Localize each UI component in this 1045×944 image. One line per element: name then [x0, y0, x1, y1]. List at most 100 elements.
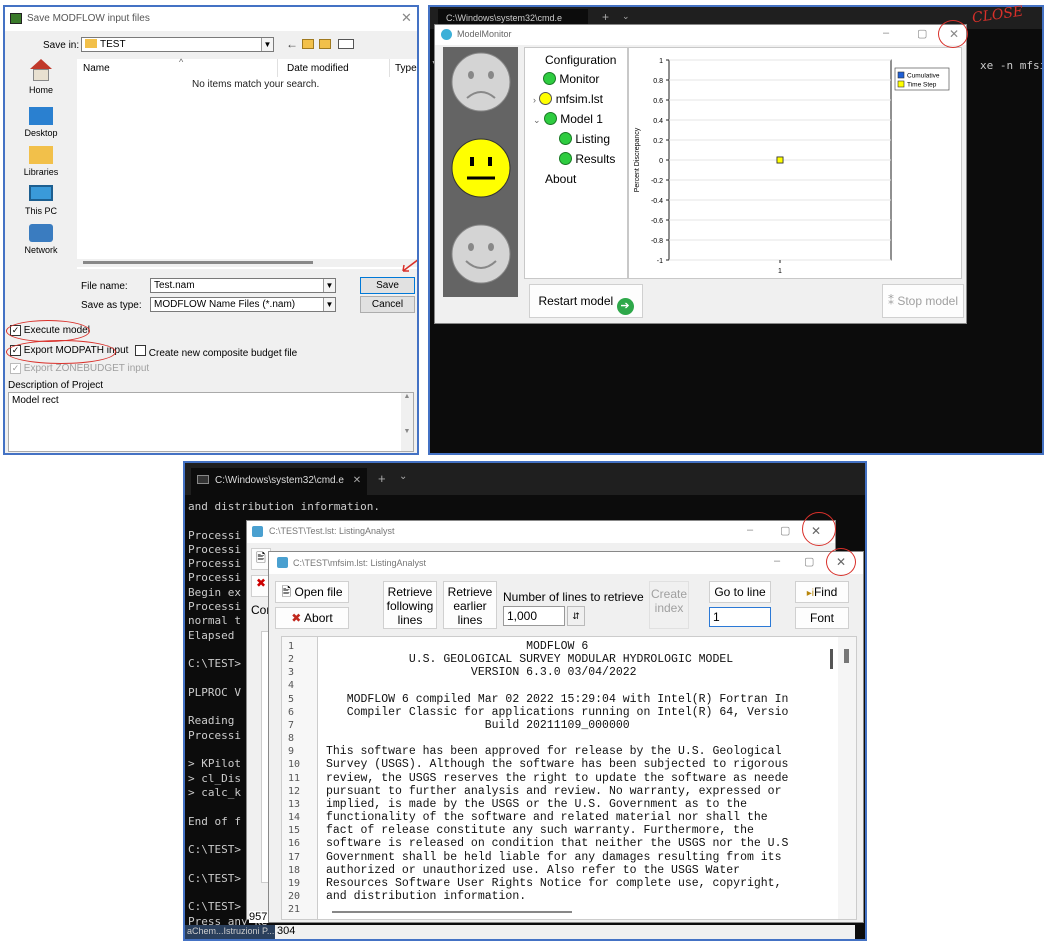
y-tick-label: -0.4 — [651, 198, 663, 205]
desktop-icon — [29, 107, 53, 125]
app-icon — [10, 13, 22, 24]
export-zonebudget-option: ✓ Export ZONEBUDGET input — [10, 363, 149, 374]
nav-network-label: Network — [24, 245, 58, 255]
save-button[interactable]: Save — [360, 277, 415, 294]
document-icon: 🖹 — [256, 551, 266, 565]
maximize-icon[interactable]: ▢ — [780, 524, 790, 537]
y-tick-label: -0.6 — [651, 218, 663, 225]
listing-text: MODFLOW 6 U.S. GEOLOGICAL SURVEY MODULAR… — [326, 640, 826, 916]
horizontal-scrollbar[interactable] — [77, 259, 417, 267]
new-folder-icon[interactable] — [319, 39, 331, 49]
navigation-tree[interactable]: Configuration Monitor › mfsim.lst ⌄ Mode… — [524, 47, 628, 279]
find-button[interactable]: ▸iFind — [795, 581, 849, 603]
vertical-scrollbar[interactable] — [838, 637, 856, 919]
retrieve-following-button[interactable]: Retrieve following lines — [383, 581, 437, 629]
file-list[interactable]: Name ^ Date modified Type No items match… — [77, 57, 417, 269]
cmd-tab-title: C:\Windows\system32\cmd.e — [215, 475, 344, 486]
num-lines-input[interactable]: 1,000 — [503, 606, 565, 626]
line-number: 14 — [288, 812, 301, 824]
vertical-scrollbar-thumb[interactable] — [830, 649, 833, 669]
listing-line: MODFLOW 6 — [326, 640, 589, 653]
nav-home[interactable]: Home — [11, 59, 71, 95]
minimize-icon[interactable]: – — [774, 555, 780, 567]
back-icon[interactable]: ← — [286, 37, 298, 51]
listing-line: and distribution information. — [326, 889, 527, 903]
maximize-icon[interactable]: ▢ — [917, 27, 927, 40]
listing-text-area[interactable]: 1 2 3 4 5 6 7 8 9 10 11 12 13 14 15 16 17 18 19 20 21 MODFLO… — [281, 636, 857, 920]
save-in-combo[interactable]: TEST ▼ — [81, 37, 274, 52]
listing-analyst-window: C:\TEST\mfsim.lst: ListingAnalyst – ▢ ✕ … — [268, 551, 864, 923]
tree-results[interactable]: Results — [559, 152, 615, 166]
go-to-line-input[interactable]: 1 — [709, 607, 771, 627]
chevron-down-icon[interactable]: ⌄ — [622, 11, 630, 22]
vertical-scrollbar[interactable]: ▲ ▼ — [401, 393, 413, 451]
nav-desktop[interactable]: Desktop — [11, 104, 71, 138]
line-number: 5 — [288, 693, 295, 705]
places-bar: Home Desktop Libraries This PC Network — [11, 59, 73, 259]
minimize-icon[interactable]: – — [883, 27, 889, 39]
taskbar-fragment: aChem...Istruzioni P... — [185, 925, 280, 939]
num-lines-stepper[interactable]: ⇵ — [567, 606, 585, 626]
legend-swatch — [897, 80, 905, 88]
y-axis-label: Percent Discrepancy — [634, 127, 641, 192]
status-bar-value: 304 — [275, 925, 855, 939]
cancel-button[interactable]: Cancel — [360, 296, 415, 313]
listing-line — [326, 732, 826, 745]
col-date-modified[interactable]: Date modified — [287, 63, 349, 74]
tree-mfsim-lst[interactable]: › mfsim.lst — [533, 92, 603, 106]
chevron-down-icon[interactable]: ⌄ — [533, 115, 541, 125]
green-status-icon — [543, 112, 557, 125]
tree-configuration[interactable]: Configuration — [545, 53, 616, 67]
maximize-icon[interactable]: ▢ — [804, 555, 814, 568]
go-to-line-button[interactable]: Go to line — [709, 581, 771, 603]
new-tab-icon[interactable]: + — [602, 10, 609, 24]
view-menu-icon[interactable] — [338, 39, 354, 49]
minimize-icon[interactable]: – — [747, 524, 753, 536]
new-tab-icon[interactable]: + — [378, 471, 386, 486]
tree-about[interactable]: About — [545, 172, 576, 186]
tree-listing[interactable]: Listing — [559, 132, 610, 146]
sad-face-icon — [451, 52, 511, 112]
nav-this-pc[interactable]: This PC — [11, 182, 71, 216]
retrieve-earlier-button[interactable]: Retrieve earlier lines — [443, 581, 497, 629]
window-title: ModelMonitor — [457, 29, 512, 39]
chevron-down-icon[interactable]: ⌄ — [399, 471, 407, 482]
horizontal-scrollbar-thumb[interactable] — [332, 911, 572, 913]
description-textarea[interactable]: Model rect ▲ ▼ — [8, 392, 414, 452]
line-numbers: 1 2 3 4 5 6 7 8 9 10 11 12 13 14 15 16 17 18 19 20 21 — [288, 640, 300, 916]
nav-network[interactable]: Network — [11, 221, 71, 255]
tree-monitor[interactable]: Monitor — [543, 72, 599, 86]
font-button[interactable]: Font — [795, 607, 849, 629]
chevron-right-icon[interactable]: › — [533, 95, 536, 105]
tree-model-1[interactable]: ⌄ Model 1 — [533, 112, 603, 126]
close-tab-icon[interactable]: ✕ — [353, 475, 361, 486]
network-icon — [29, 224, 53, 242]
red-circle-annotation — [802, 512, 836, 546]
cmd-tab[interactable]: C:\Windows\system32\cmd.e ✕ — [191, 468, 367, 495]
col-type[interactable]: Type — [395, 63, 417, 74]
listing-line: This software has been approved for rele… — [326, 745, 782, 759]
col-name[interactable]: Name — [83, 63, 110, 74]
go-to-line-value: 1 — [713, 610, 720, 624]
composite-budget-checkbox[interactable] — [135, 345, 146, 356]
nav-libraries[interactable]: Libraries — [11, 143, 71, 177]
listing-line: Survey (USGS). Although the software has… — [326, 758, 789, 772]
line-number: 16 — [288, 838, 301, 850]
app-icon — [252, 526, 263, 537]
close-icon[interactable]: ✕ — [401, 10, 412, 26]
up-folder-icon[interactable] — [302, 39, 314, 49]
save-as-type-select[interactable]: MODFLOW Name Files (*.nam) ▼ — [150, 297, 336, 312]
home-icon — [29, 59, 53, 83]
restart-model-button[interactable]: Restart model ➔ — [529, 284, 643, 318]
chart-svg: 1 0.8 0.6 0.4 0.2 0 -0.2 -0.4 -0.6 -0.8 -1 1 Percent… — [634, 58, 950, 275]
line-number: 1 — [288, 641, 295, 652]
open-file-button[interactable]: 🖹 Open file — [275, 581, 349, 603]
line-number: 6 — [288, 706, 295, 718]
col-divider — [277, 59, 278, 77]
nav-home-label: Home — [28, 85, 53, 95]
composite-budget-option[interactable]: Create new composite budget file — [135, 345, 297, 359]
nav-libraries-label: Libraries — [23, 167, 59, 177]
file-name-input[interactable]: Test.nam ▼ — [150, 278, 336, 293]
abort-button[interactable]: ✖ Abort — [275, 607, 349, 629]
document-icon: 🖹 — [281, 585, 292, 599]
